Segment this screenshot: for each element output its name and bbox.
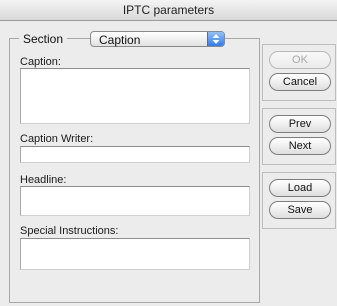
section-label: Section <box>19 32 68 46</box>
title-bar: IPTC parameters <box>0 0 337 21</box>
special-instructions-label: Special Instructions: <box>20 225 119 237</box>
caption-field[interactable] <box>20 68 250 124</box>
cancel-button[interactable]: Cancel <box>269 73 331 91</box>
prev-button[interactable]: Prev <box>269 115 331 133</box>
save-button[interactable]: Save <box>269 201 331 219</box>
caption-label: Caption: <box>20 56 61 68</box>
next-button[interactable]: Next <box>269 137 331 155</box>
window-title: IPTC parameters <box>122 3 215 17</box>
caption-writer-label: Caption Writer: <box>20 133 94 145</box>
special-instructions-field[interactable] <box>20 238 250 270</box>
load-button[interactable]: Load <box>269 179 331 197</box>
caption-writer-field[interactable] <box>20 146 250 163</box>
headline-label: Headline: <box>20 174 67 186</box>
section-popup[interactable]: Caption <box>90 31 225 47</box>
ok-button[interactable]: OK <box>269 51 331 69</box>
headline-field[interactable] <box>20 186 250 216</box>
section-popup-value: Caption <box>99 33 141 47</box>
popup-arrows-icon <box>207 32 224 46</box>
